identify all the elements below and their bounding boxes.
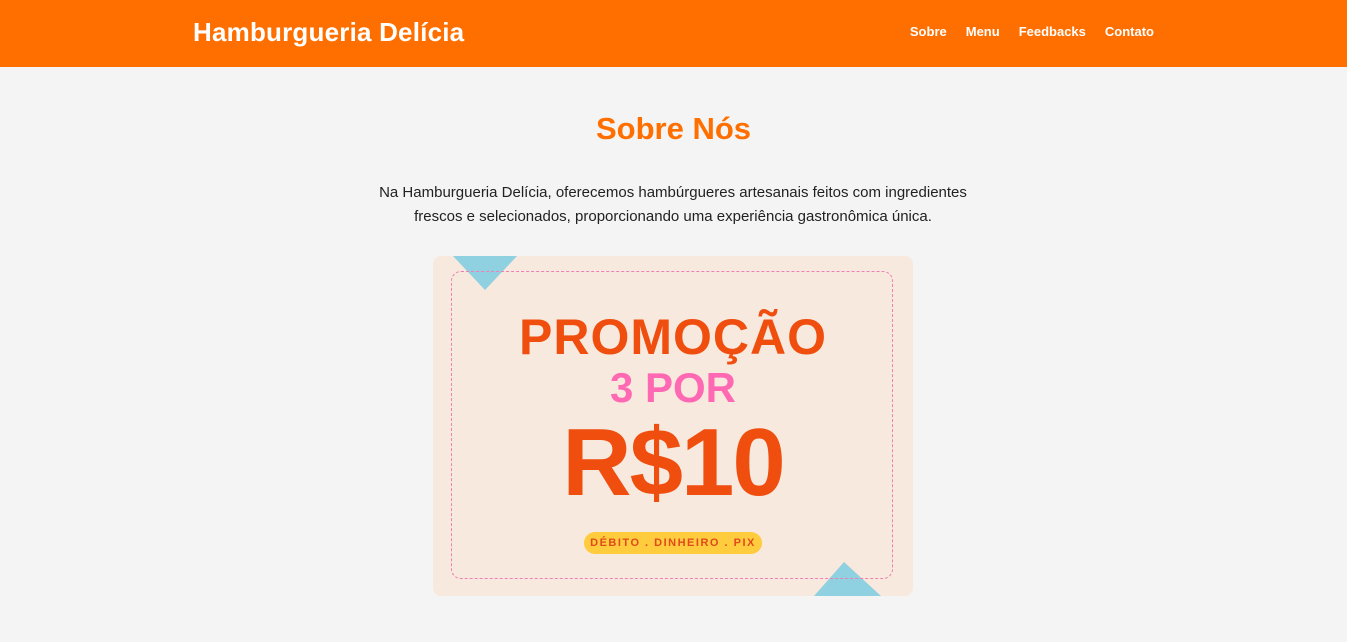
- about-title: Sobre Nós: [595, 111, 752, 146]
- payment-methods-badge: DÉBITO . DINHEIRO . PIX: [584, 532, 762, 554]
- promo-banner-image: PROMOÇÃO 3 POR R$10 DÉBITO . DINHEIRO . …: [433, 256, 913, 596]
- nav-link-sobre[interactable]: Sobre: [910, 24, 947, 39]
- nav-link-menu[interactable]: Menu: [966, 24, 1000, 39]
- promo-headline: PROMOÇÃO: [519, 309, 827, 365]
- site-header: Hamburgueria Delícia Sobre Menu Feedback…: [0, 0, 1347, 67]
- promo-price: R$10: [562, 409, 786, 516]
- about-description: Na Hamburgueria Delícia, oferecemos hamb…: [379, 184, 967, 225]
- nav-link-feedbacks[interactable]: Feedbacks: [1019, 24, 1086, 39]
- nav-link-contato[interactable]: Contato: [1105, 24, 1154, 39]
- brand-title[interactable]: Hamburgueria Delícia: [193, 17, 464, 48]
- main-nav: Sobre Menu Feedbacks Contato: [910, 24, 1154, 39]
- promo-quantity: 3 POR: [609, 364, 737, 411]
